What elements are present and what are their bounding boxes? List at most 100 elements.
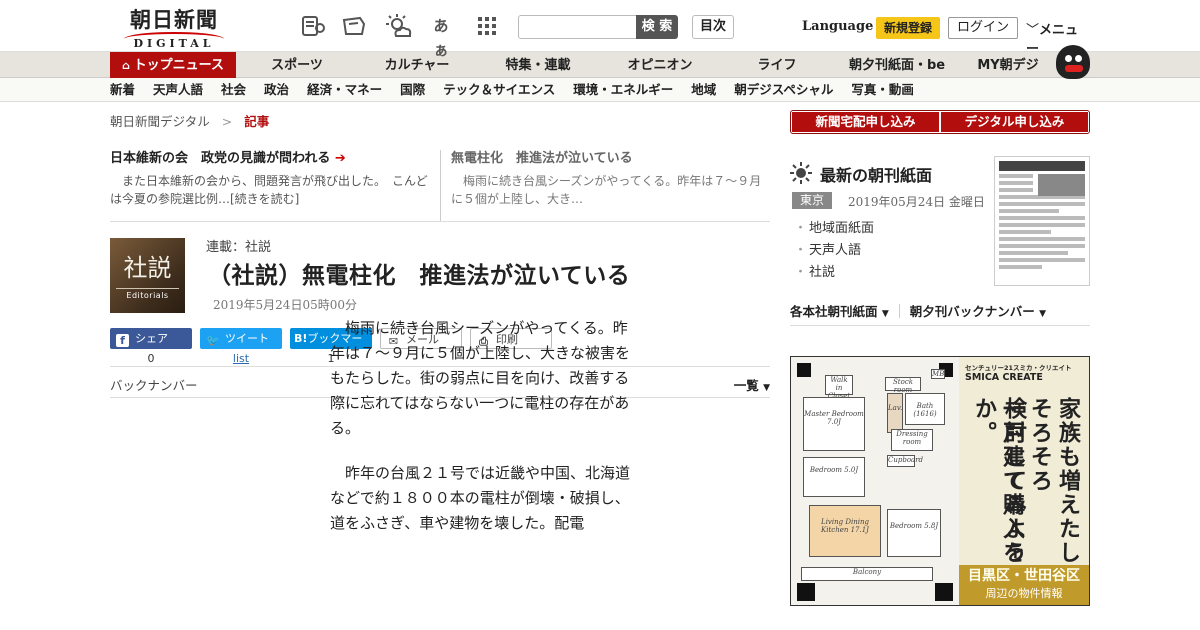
pickup-title-text: 日本維新の会 政党の見識が問われる bbox=[110, 151, 331, 166]
twitter-share-button[interactable]: 🐦 ツイート bbox=[200, 328, 282, 349]
article-body: 梅雨に続き台風シーズンがやってくる。昨年は７～９月に５個が上陸し、大きな被害をも… bbox=[330, 316, 640, 556]
edition-link-editorial[interactable]: 社説 bbox=[794, 262, 874, 284]
subnav-item-photo[interactable]: 写真・動画 bbox=[851, 78, 914, 102]
np-text-block bbox=[999, 265, 1042, 269]
logo-sub-text: DIGITAL bbox=[133, 37, 215, 50]
breadcrumb-current: 記事 bbox=[244, 114, 270, 129]
ad-copy-line: 家族も増えたし、 bbox=[1055, 397, 1081, 589]
thumb-kanji: 社説 bbox=[123, 254, 172, 282]
nav-paper[interactable]: 朝夕刊紙面・be bbox=[834, 52, 960, 78]
edition-dropdowns: 各本社朝刊紙面 ▼ 朝夕刊バックナンバー ▼ bbox=[790, 296, 1090, 326]
chevron-down-icon: ﹀ bbox=[1026, 23, 1040, 38]
signup-button[interactable]: 新規登録 bbox=[876, 17, 940, 39]
newspaper-front-page-thumbnail[interactable] bbox=[994, 156, 1090, 286]
logo-main-text: 朝日新聞 bbox=[130, 7, 218, 32]
pickup-desc: 梅雨に続き台風シーズンがやってくる。昨年は７～９月に５個が上陸し、大き… bbox=[451, 174, 762, 206]
asahi-digital-logo[interactable]: 朝日新聞 DIGITAL bbox=[118, 7, 230, 50]
subnav-item-environment[interactable]: 環境・エネルギー bbox=[573, 78, 673, 102]
subscribe-buttons: 新聞宅配申し込み デジタル申し込み bbox=[790, 110, 1090, 134]
subnav-item-international[interactable]: 国際 bbox=[400, 78, 425, 102]
search-button[interactable]: 検 索 bbox=[636, 15, 678, 39]
paper-subscribe-button[interactable]: 新聞宅配申し込み bbox=[792, 112, 939, 132]
paper-edition-icon[interactable] bbox=[300, 14, 326, 38]
nav-features[interactable]: 特集・連載 bbox=[476, 52, 600, 78]
mascot-icon[interactable] bbox=[1056, 45, 1090, 79]
language-link[interactable]: Language bbox=[802, 19, 873, 34]
subnav-item-tech[interactable]: テック＆サイエンス bbox=[443, 78, 555, 102]
dropdown-label: 朝夕刊バックナンバー bbox=[909, 304, 1035, 319]
thumb-english: Editorials bbox=[116, 288, 179, 301]
sub-nav: 新着 天声人語 社会 政治 経済・マネー 国際 テック＆サイエンス 環境・エネル… bbox=[0, 78, 1200, 102]
mascot-beak bbox=[1065, 65, 1083, 72]
edition-date: 2019年05月24日 金曜日 bbox=[848, 195, 985, 209]
clipping-icon[interactable] bbox=[342, 14, 368, 38]
search-input[interactable] bbox=[518, 15, 636, 39]
np-text-block bbox=[999, 216, 1085, 220]
real-estate-ad[interactable]: Walk in Closet Stock room MB Master Bedr… bbox=[790, 356, 1090, 606]
nav-top-news[interactable]: ⌂ トップニュース bbox=[110, 52, 236, 78]
backnumber-dropdown[interactable]: 朝夕刊バックナンバー ▼ bbox=[910, 301, 1046, 320]
series-label[interactable]: 連載：社説 bbox=[206, 236, 271, 255]
regional-edition-dropdown[interactable]: 各本社朝刊紙面 ▼ bbox=[790, 301, 889, 320]
morning-edition-title[interactable]: 最新の朝刊紙面 bbox=[820, 162, 932, 186]
pickup-title[interactable]: 日本維新の会 政党の見識が問われる ➔ bbox=[110, 150, 428, 168]
room-master-bedroom: Master Bedroom 7.0J bbox=[803, 397, 865, 451]
nav-my-asahi[interactable]: MY朝デジ bbox=[960, 52, 1056, 78]
ad-area-text: 目黒区・世田谷区 bbox=[968, 568, 1080, 584]
room-bedroom-2: Bedroom 5.8J bbox=[887, 509, 941, 557]
facebook-share-label: シェア bbox=[135, 332, 168, 345]
room-ldk: Living Dining Kitchen 17.1J bbox=[809, 505, 881, 557]
nav-culture[interactable]: カルチャー bbox=[358, 52, 476, 78]
np-text-block bbox=[999, 223, 1085, 227]
font-size-icon[interactable]: あぁ bbox=[428, 14, 454, 59]
nav-sports[interactable]: スポーツ bbox=[236, 52, 358, 78]
twitter-list-link[interactable]: list bbox=[200, 352, 282, 365]
backnumber-list-label: 一覧 bbox=[733, 378, 759, 393]
article-paragraph: 梅雨に続き台風シーズンがやってくる。昨年は７～９月に５個が上陸し、大きな被害をも… bbox=[330, 319, 631, 437]
nav-opinion[interactable]: オピニオン bbox=[600, 52, 720, 78]
digital-subscribe-button[interactable]: デジタル申し込み bbox=[941, 112, 1088, 132]
ad-copy: センチュリー21スミカ・クリエイト SMICA CREATE 家族も増えたし、 … bbox=[959, 357, 1089, 605]
pickup-item[interactable]: 日本維新の会 政党の見識が問われる ➔ また日本維新の会から、問題発言が飛び出し… bbox=[110, 150, 440, 221]
facebook-icon: f bbox=[116, 334, 129, 347]
mascot-eye bbox=[1065, 55, 1072, 62]
subnav-item-economy[interactable]: 経済・マネー bbox=[307, 78, 382, 102]
edition-links: 地域面紙面 天声人語 社説 bbox=[794, 218, 874, 284]
triangle-down-icon: ▼ bbox=[1039, 309, 1047, 319]
np-text-block bbox=[999, 230, 1051, 234]
mascot-eye bbox=[1075, 55, 1082, 62]
np-text-block bbox=[999, 174, 1034, 178]
edition-link-tensei[interactable]: 天声人語 bbox=[794, 240, 874, 262]
breadcrumb-home[interactable]: 朝日新聞デジタル bbox=[110, 114, 210, 129]
subnav-item-politics[interactable]: 政治 bbox=[264, 78, 289, 102]
plan-pillar bbox=[797, 583, 815, 601]
subnav-item-region[interactable]: 地域 bbox=[691, 78, 716, 102]
facebook-share-button[interactable]: f シェア bbox=[110, 328, 192, 349]
subnav-item-society[interactable]: 社会 bbox=[221, 78, 246, 102]
article-paragraph: 昨年の台風２１号では近畿や中国、北海道などで約１８００本の電柱が倒壊・破損し、道… bbox=[330, 464, 631, 532]
room-mb: MB bbox=[931, 369, 945, 379]
ad-footer: 目黒区・世田谷区 周辺の物件情報 bbox=[959, 565, 1089, 605]
subnav-item-latest[interactable]: 新着 bbox=[110, 78, 135, 102]
np-text-block bbox=[999, 237, 1085, 241]
np-text-block bbox=[999, 251, 1068, 255]
toc-button[interactable]: 目次 bbox=[692, 15, 734, 39]
subnav-item-special[interactable]: 朝デジスペシャル bbox=[734, 78, 833, 102]
ad-brand-line1: センチュリー21スミカ・クリエイト bbox=[965, 364, 1072, 372]
edition-link-regional[interactable]: 地域面紙面 bbox=[794, 218, 874, 240]
sun-icon bbox=[790, 162, 812, 184]
article-date: 2019年5月24日05時00分 bbox=[213, 298, 357, 312]
backnumber-list-toggle[interactable]: 一覧 ▼ bbox=[734, 375, 770, 394]
nav-life[interactable]: ライフ bbox=[720, 52, 834, 78]
floor-plan-image: Walk in Closet Stock room MB Master Bedr… bbox=[791, 357, 959, 605]
np-masthead bbox=[999, 161, 1085, 171]
np-text-block bbox=[999, 258, 1085, 262]
login-button[interactable]: ログイン bbox=[948, 17, 1018, 39]
apps-grid-icon[interactable] bbox=[474, 14, 500, 38]
subnav-item-tensei[interactable]: 天声人語 bbox=[153, 78, 203, 102]
weather-icon[interactable] bbox=[386, 14, 412, 38]
global-nav: ⌂ トップニュース スポーツ カルチャー 特集・連載 オピニオン ライフ 朝夕刊… bbox=[0, 45, 1200, 79]
np-photo bbox=[1037, 174, 1085, 196]
latest-morning-edition: 最新の朝刊紙面 東京 2019年05月24日 金曜日 地域面紙面 天声人語 社説 bbox=[790, 156, 1090, 296]
plan-pillar bbox=[797, 363, 811, 377]
